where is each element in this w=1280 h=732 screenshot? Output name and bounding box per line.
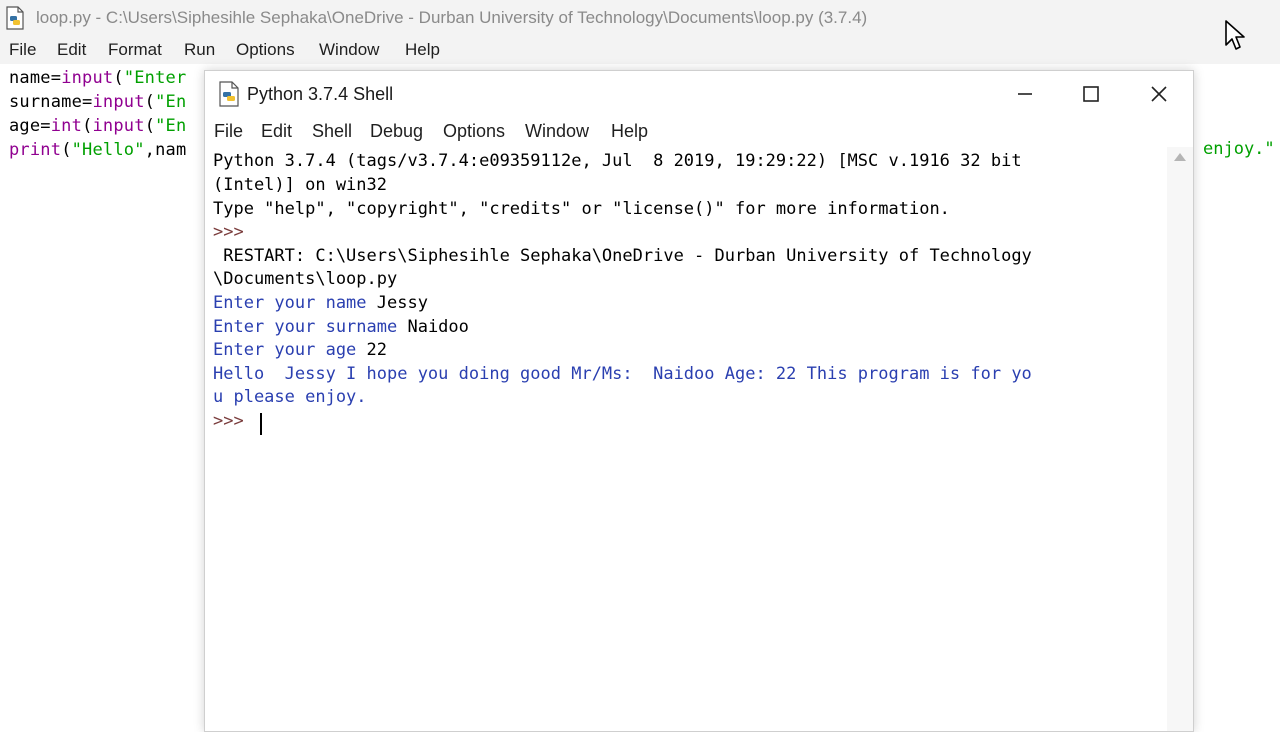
code-line: print("Hello",nam xyxy=(9,140,186,160)
shell-output-line: Hello Jessy I hope you doing good Mr/Ms:… xyxy=(213,364,1032,384)
editor-menu-file[interactable]: File xyxy=(9,40,36,60)
code-keyword: input xyxy=(92,116,145,136)
code-string: "En xyxy=(155,92,187,112)
shell-menu-window[interactable]: Window xyxy=(525,121,589,142)
code-token: age= xyxy=(9,116,51,136)
text-caret xyxy=(260,413,262,435)
code-line: age=int(input("En xyxy=(9,116,186,136)
editor-menu-window[interactable]: Window xyxy=(319,40,379,60)
editor-menu-edit[interactable]: Edit xyxy=(57,40,86,60)
editor-titlebar[interactable]: loop.py - C:\Users\Siphesihle Sephaka\On… xyxy=(0,0,1280,36)
code-keyword: input xyxy=(61,68,114,88)
editor-menu-options[interactable]: Options xyxy=(236,40,295,60)
shell-restart-line: RESTART: C:\Users\Siphesihle Sephaka\One… xyxy=(213,246,1032,266)
shell-user-input: Jessy xyxy=(376,293,428,313)
python-file-icon xyxy=(219,81,239,107)
code-token: ,nam xyxy=(144,140,187,160)
close-icon[interactable] xyxy=(1139,81,1179,107)
shell-user-input: Naidoo xyxy=(407,317,469,337)
shell-menu-file[interactable]: File xyxy=(214,121,243,142)
shell-output-text: Enter your name xyxy=(213,293,377,313)
code-overflow-text: enjoy." xyxy=(1203,139,1275,159)
shell-user-input: 22 xyxy=(366,340,388,360)
shell-window-title: Python 3.7.4 Shell xyxy=(247,84,394,104)
shell-menu-options[interactable]: Options xyxy=(443,121,505,142)
code-string: "Hello" xyxy=(71,140,145,160)
mouse-cursor-icon xyxy=(1225,20,1245,50)
code-token: ( xyxy=(144,116,156,136)
code-keyword: print xyxy=(9,140,62,160)
shell-output-line: Enter your surname Naidoo xyxy=(213,317,469,337)
shell-banner-line: Python 3.7.4 (tags/v3.7.4:e09359112e, Ju… xyxy=(213,151,1022,171)
maximize-icon[interactable] xyxy=(1071,81,1111,107)
code-keyword: input xyxy=(92,92,145,112)
code-line: surname=input("En xyxy=(9,92,186,112)
code-token: ( xyxy=(61,140,72,160)
shell-banner-line: Type "help", "copyright", "credits" or "… xyxy=(213,199,950,219)
shell-menu-help[interactable]: Help xyxy=(611,121,648,142)
code-token: ( xyxy=(82,116,93,136)
shell-output-line: u please enjoy. xyxy=(213,387,367,407)
shell-menu-edit[interactable]: Edit xyxy=(261,121,292,142)
shell-banner-line: (Intel)] on win32 xyxy=(213,175,387,195)
shell-output-line: Enter your name Jessy xyxy=(213,293,428,313)
shell-output-text: Enter your surname xyxy=(213,317,408,337)
code-token: ( xyxy=(144,92,156,112)
shell-prompt: >>> xyxy=(213,222,254,242)
code-keyword: int xyxy=(50,116,83,136)
shell-menu-shell[interactable]: Shell xyxy=(312,121,352,142)
code-token: surname= xyxy=(9,92,93,112)
editor-menu-run[interactable]: Run xyxy=(184,40,215,60)
shell-titlebar[interactable]: Python 3.7.4 Shell xyxy=(205,71,1193,115)
shell-output-text: Enter your age xyxy=(213,340,367,360)
shell-console[interactable]: Python 3.7.4 (tags/v3.7.4:e09359112e, Ju… xyxy=(205,147,1167,731)
code-line: name=input("Enter xyxy=(9,68,186,88)
shell-menubar: File Edit Shell Debug Options Window Hel… xyxy=(205,117,1193,145)
editor-window-title: loop.py - C:\Users\Siphesihle Sephaka\On… xyxy=(36,8,868,27)
minimize-icon[interactable] xyxy=(1005,81,1045,107)
shell-restart-line: \Documents\loop.py xyxy=(213,269,398,289)
python-file-icon xyxy=(6,6,24,30)
editor-menubar: File Edit Format Run Options Window Help xyxy=(0,36,1280,64)
shell-output-line: Enter your age 22 xyxy=(213,340,387,360)
code-token: ( xyxy=(113,68,124,88)
shell-scrollbar[interactable] xyxy=(1167,147,1193,731)
shell-window: Python 3.7.4 Shell File Edit Shell Debug… xyxy=(204,70,1194,732)
shell-menu-debug[interactable]: Debug xyxy=(370,121,423,142)
scroll-up-icon[interactable] xyxy=(1174,153,1186,161)
shell-prompt: >>> xyxy=(213,411,254,431)
code-string: "En xyxy=(155,116,187,136)
editor-menu-format[interactable]: Format xyxy=(108,40,162,60)
editor-menu-help[interactable]: Help xyxy=(405,40,440,60)
code-string: "Enter xyxy=(123,68,187,88)
code-token: name= xyxy=(9,68,62,88)
